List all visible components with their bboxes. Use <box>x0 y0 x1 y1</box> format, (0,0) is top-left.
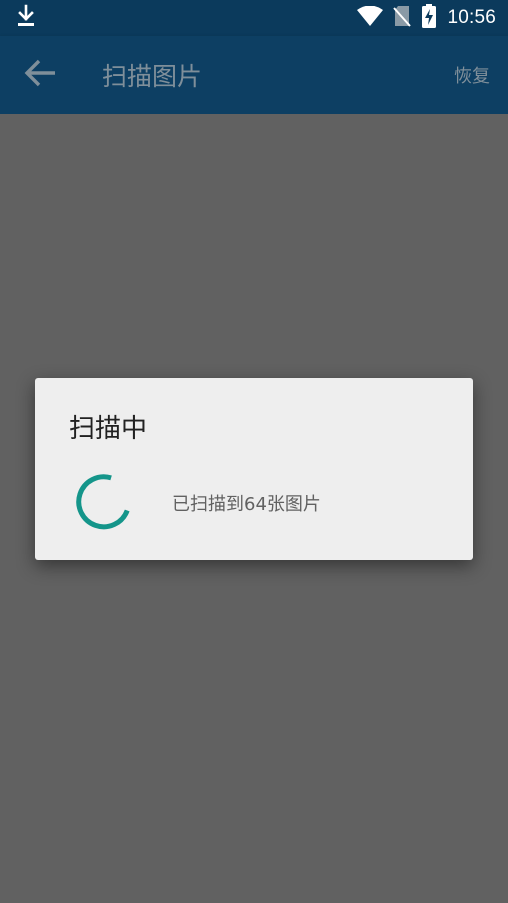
back-button[interactable] <box>0 36 80 114</box>
restore-button[interactable]: 恢复 <box>454 62 490 88</box>
status-bar: 10:56 <box>0 0 508 36</box>
arrow-back-icon <box>23 58 57 92</box>
wifi-icon <box>357 5 384 30</box>
page-title: 扫描图片 <box>102 62 203 91</box>
dialog-title: 扫描中 <box>69 414 148 444</box>
status-time: 10:56 <box>447 7 496 28</box>
app-bar: 扫描图片 恢复 <box>0 36 508 114</box>
progress-spinner-icon <box>71 470 131 530</box>
download-icon <box>16 4 36 32</box>
status-icons: 10:56 <box>357 4 496 32</box>
no-sim-icon <box>393 5 412 31</box>
dialog-message: 已扫描到64张图片 <box>172 494 321 515</box>
scanning-dialog: 扫描中 已扫描到64张图片 <box>35 378 473 560</box>
battery-charging-icon <box>421 4 437 32</box>
